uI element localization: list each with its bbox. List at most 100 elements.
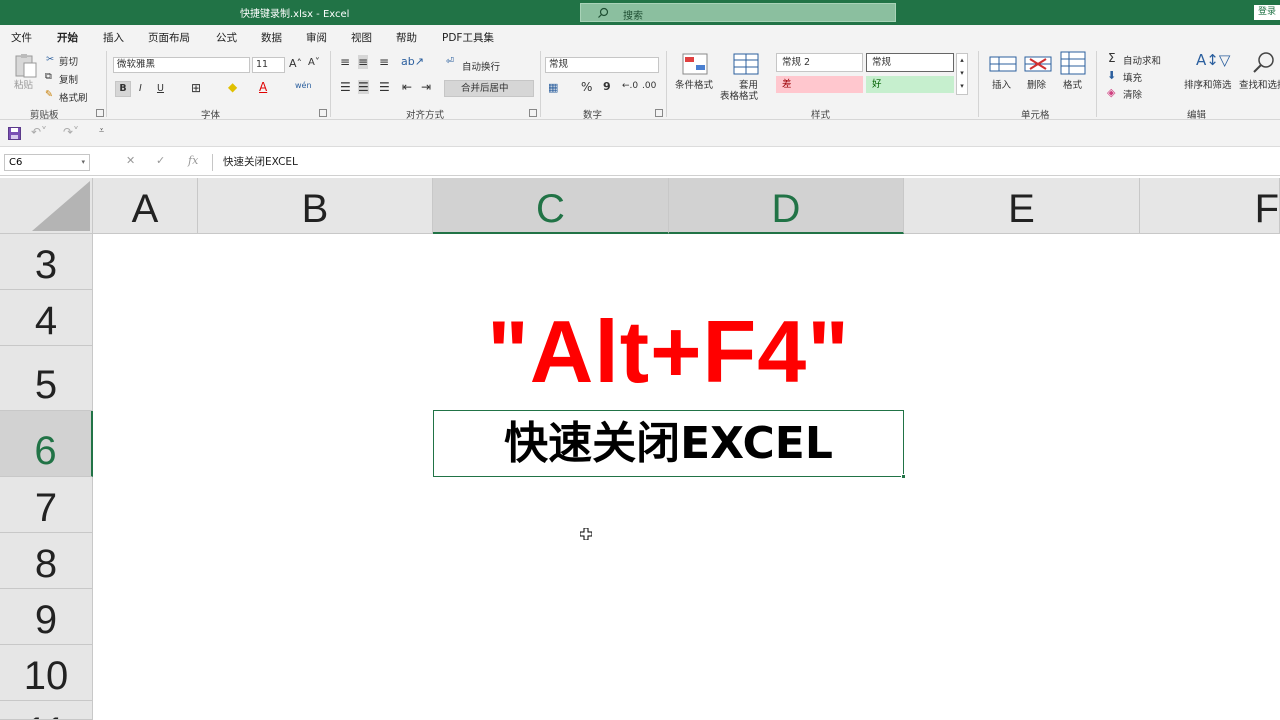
align-right-icon[interactable]: ☰ xyxy=(379,80,390,94)
column-header-e[interactable]: E xyxy=(904,178,1140,234)
phonetic-icon[interactable]: wén xyxy=(295,81,312,90)
wrap-text-button[interactable]: 自动换行 xyxy=(462,59,500,73)
fill-color-icon[interactable]: ◆ xyxy=(228,80,237,94)
decrease-decimal-icon[interactable]: .00 xyxy=(642,81,656,91)
copy-button[interactable]: 复制 xyxy=(59,72,78,86)
paste-button[interactable]: 粘贴 xyxy=(14,77,33,91)
select-all-button[interactable] xyxy=(0,178,93,234)
font-launcher-icon[interactable] xyxy=(319,109,327,117)
cut-button[interactable]: 剪切 xyxy=(59,54,78,68)
sort-filter-button[interactable]: 排序和筛选 xyxy=(1184,77,1232,91)
tab-file[interactable]: 文件 xyxy=(11,30,32,45)
tab-help[interactable]: 帮助 xyxy=(396,30,417,45)
fill-handle[interactable] xyxy=(901,474,906,479)
fill-button[interactable]: 填充 xyxy=(1123,70,1142,84)
increase-decimal-icon[interactable]: ←.0 xyxy=(622,81,638,91)
font-size-select[interactable]: 11 xyxy=(252,57,285,73)
align-center-icon[interactable]: ☰ xyxy=(358,80,369,94)
tab-review[interactable]: 审阅 xyxy=(306,30,327,45)
increase-indent-icon[interactable]: ⇥ xyxy=(421,80,431,94)
tab-insert[interactable]: 插入 xyxy=(103,30,124,45)
autosum-button[interactable]: 自动求和 xyxy=(1123,53,1161,67)
table-format-icon[interactable] xyxy=(733,53,759,75)
insert-cells-button[interactable]: 插入 xyxy=(992,77,1011,91)
style-good[interactable]: 好 xyxy=(866,76,954,93)
align-left-icon[interactable]: ☰ xyxy=(340,80,351,94)
row-header-4[interactable]: 4 xyxy=(0,290,93,346)
orientation-icon[interactable]: ab↗ xyxy=(401,55,424,68)
column-header-a[interactable]: A xyxy=(93,178,198,234)
decrease-indent-icon[interactable]: ⇤ xyxy=(402,80,412,94)
format-cells-button[interactable]: 格式 xyxy=(1063,77,1082,91)
number-launcher-icon[interactable] xyxy=(655,109,663,117)
alignment-launcher-icon[interactable] xyxy=(529,109,537,117)
format-cells-icon[interactable] xyxy=(1060,51,1086,75)
currency-icon[interactable]: ▦ xyxy=(548,81,558,94)
font-name-select[interactable]: 微软雅黑 xyxy=(113,57,250,73)
border-icon[interactable]: ⊞ xyxy=(191,81,201,95)
table-format-button-line2[interactable]: 表格格式 xyxy=(720,88,758,102)
style-bad[interactable]: 差 xyxy=(776,76,863,93)
customize-qat-icon[interactable]: ⩡ xyxy=(99,126,104,136)
login-button[interactable]: 登录 xyxy=(1254,5,1280,20)
bold-button[interactable]: B xyxy=(115,81,131,97)
align-bottom-icon[interactable]: ≡ xyxy=(379,55,389,69)
font-color-icon[interactable]: A xyxy=(259,80,267,94)
selected-cell-c6[interactable]: 快速关闭EXCEL xyxy=(433,410,906,479)
undo-icon[interactable]: ↶˅ xyxy=(31,125,47,139)
row-header-6[interactable]: 6 xyxy=(0,411,93,477)
tab-home[interactable]: 开始 xyxy=(57,30,78,50)
formula-input[interactable]: 快速关闭EXCEL xyxy=(212,154,1280,171)
tab-data[interactable]: 数据 xyxy=(261,30,282,45)
find-select-icon[interactable] xyxy=(1252,51,1276,75)
row-header-7[interactable]: 7 xyxy=(0,477,93,533)
cancel-icon[interactable]: ✕ xyxy=(126,154,135,167)
row-header-10[interactable]: 10 xyxy=(0,645,93,701)
row-header-5[interactable]: 5 xyxy=(0,346,93,411)
name-box-dropdown-icon[interactable]: ▾ xyxy=(81,155,85,170)
tab-formulas[interactable]: 公式 xyxy=(216,30,237,45)
enter-icon[interactable]: ✓ xyxy=(156,154,165,167)
increase-font-icon[interactable]: A˄ xyxy=(289,57,302,70)
row-header-3[interactable]: 3 xyxy=(0,234,93,290)
tab-page-layout[interactable]: 页面布局 xyxy=(148,30,190,45)
italic-button[interactable]: I xyxy=(139,83,142,94)
column-header-f[interactable]: F xyxy=(1140,178,1280,234)
delete-cells-button[interactable]: 删除 xyxy=(1027,77,1046,91)
insert-function-icon[interactable]: fx xyxy=(188,154,198,167)
style-normal2[interactable]: 常规 2 xyxy=(776,53,863,72)
sort-filter-icon[interactable]: A↕▽ xyxy=(1196,51,1230,69)
clipboard-launcher-icon[interactable] xyxy=(96,109,104,117)
format-painter-button[interactable]: 格式刷 xyxy=(59,90,88,104)
align-middle-icon[interactable]: ≡ xyxy=(358,55,369,69)
clear-button[interactable]: 清除 xyxy=(1123,87,1142,101)
insert-cells-icon[interactable] xyxy=(989,53,1017,75)
style-normal[interactable]: 常规 xyxy=(866,53,954,72)
row-header-11[interactable]: 11 xyxy=(0,701,93,720)
name-box[interactable]: C6 ▾ xyxy=(4,154,90,171)
underline-button[interactable]: U xyxy=(157,83,164,94)
row-header-8[interactable]: 8 xyxy=(0,533,93,589)
percent-button[interactable]: % xyxy=(581,80,592,94)
tab-pdf-tools[interactable]: PDF工具集 xyxy=(442,30,494,45)
search-box[interactable]: 搜索 xyxy=(580,3,896,22)
redo-icon[interactable]: ↷˅ xyxy=(63,125,79,139)
column-header-b[interactable]: B xyxy=(198,178,433,234)
styles-scroll-icon[interactable]: ▴ ▾ ▾ xyxy=(956,53,968,95)
column-header-c[interactable]: C xyxy=(433,178,669,234)
find-select-button[interactable]: 查找和选择 xyxy=(1239,77,1280,91)
merge-center-button[interactable]: 合并后居中 xyxy=(444,80,534,97)
delete-cells-icon[interactable] xyxy=(1024,53,1052,75)
column-header-d[interactable]: D xyxy=(669,178,904,234)
align-top-icon[interactable]: ≡ xyxy=(340,55,350,69)
row-header-9[interactable]: 9 xyxy=(0,589,93,645)
number-format-select[interactable]: 常规 xyxy=(545,57,659,73)
save-icon[interactable] xyxy=(8,127,21,140)
decrease-font-icon[interactable]: A˅ xyxy=(308,57,320,68)
conditional-format-icon[interactable] xyxy=(682,53,708,75)
comma-button[interactable]: 9 xyxy=(603,80,611,93)
conditional-format-button[interactable]: 条件格式 xyxy=(675,77,713,91)
paste-icon[interactable] xyxy=(13,53,39,79)
shortcut-text-cell[interactable]: "Alt+F4" xyxy=(433,302,904,402)
tab-view[interactable]: 视图 xyxy=(351,30,372,45)
